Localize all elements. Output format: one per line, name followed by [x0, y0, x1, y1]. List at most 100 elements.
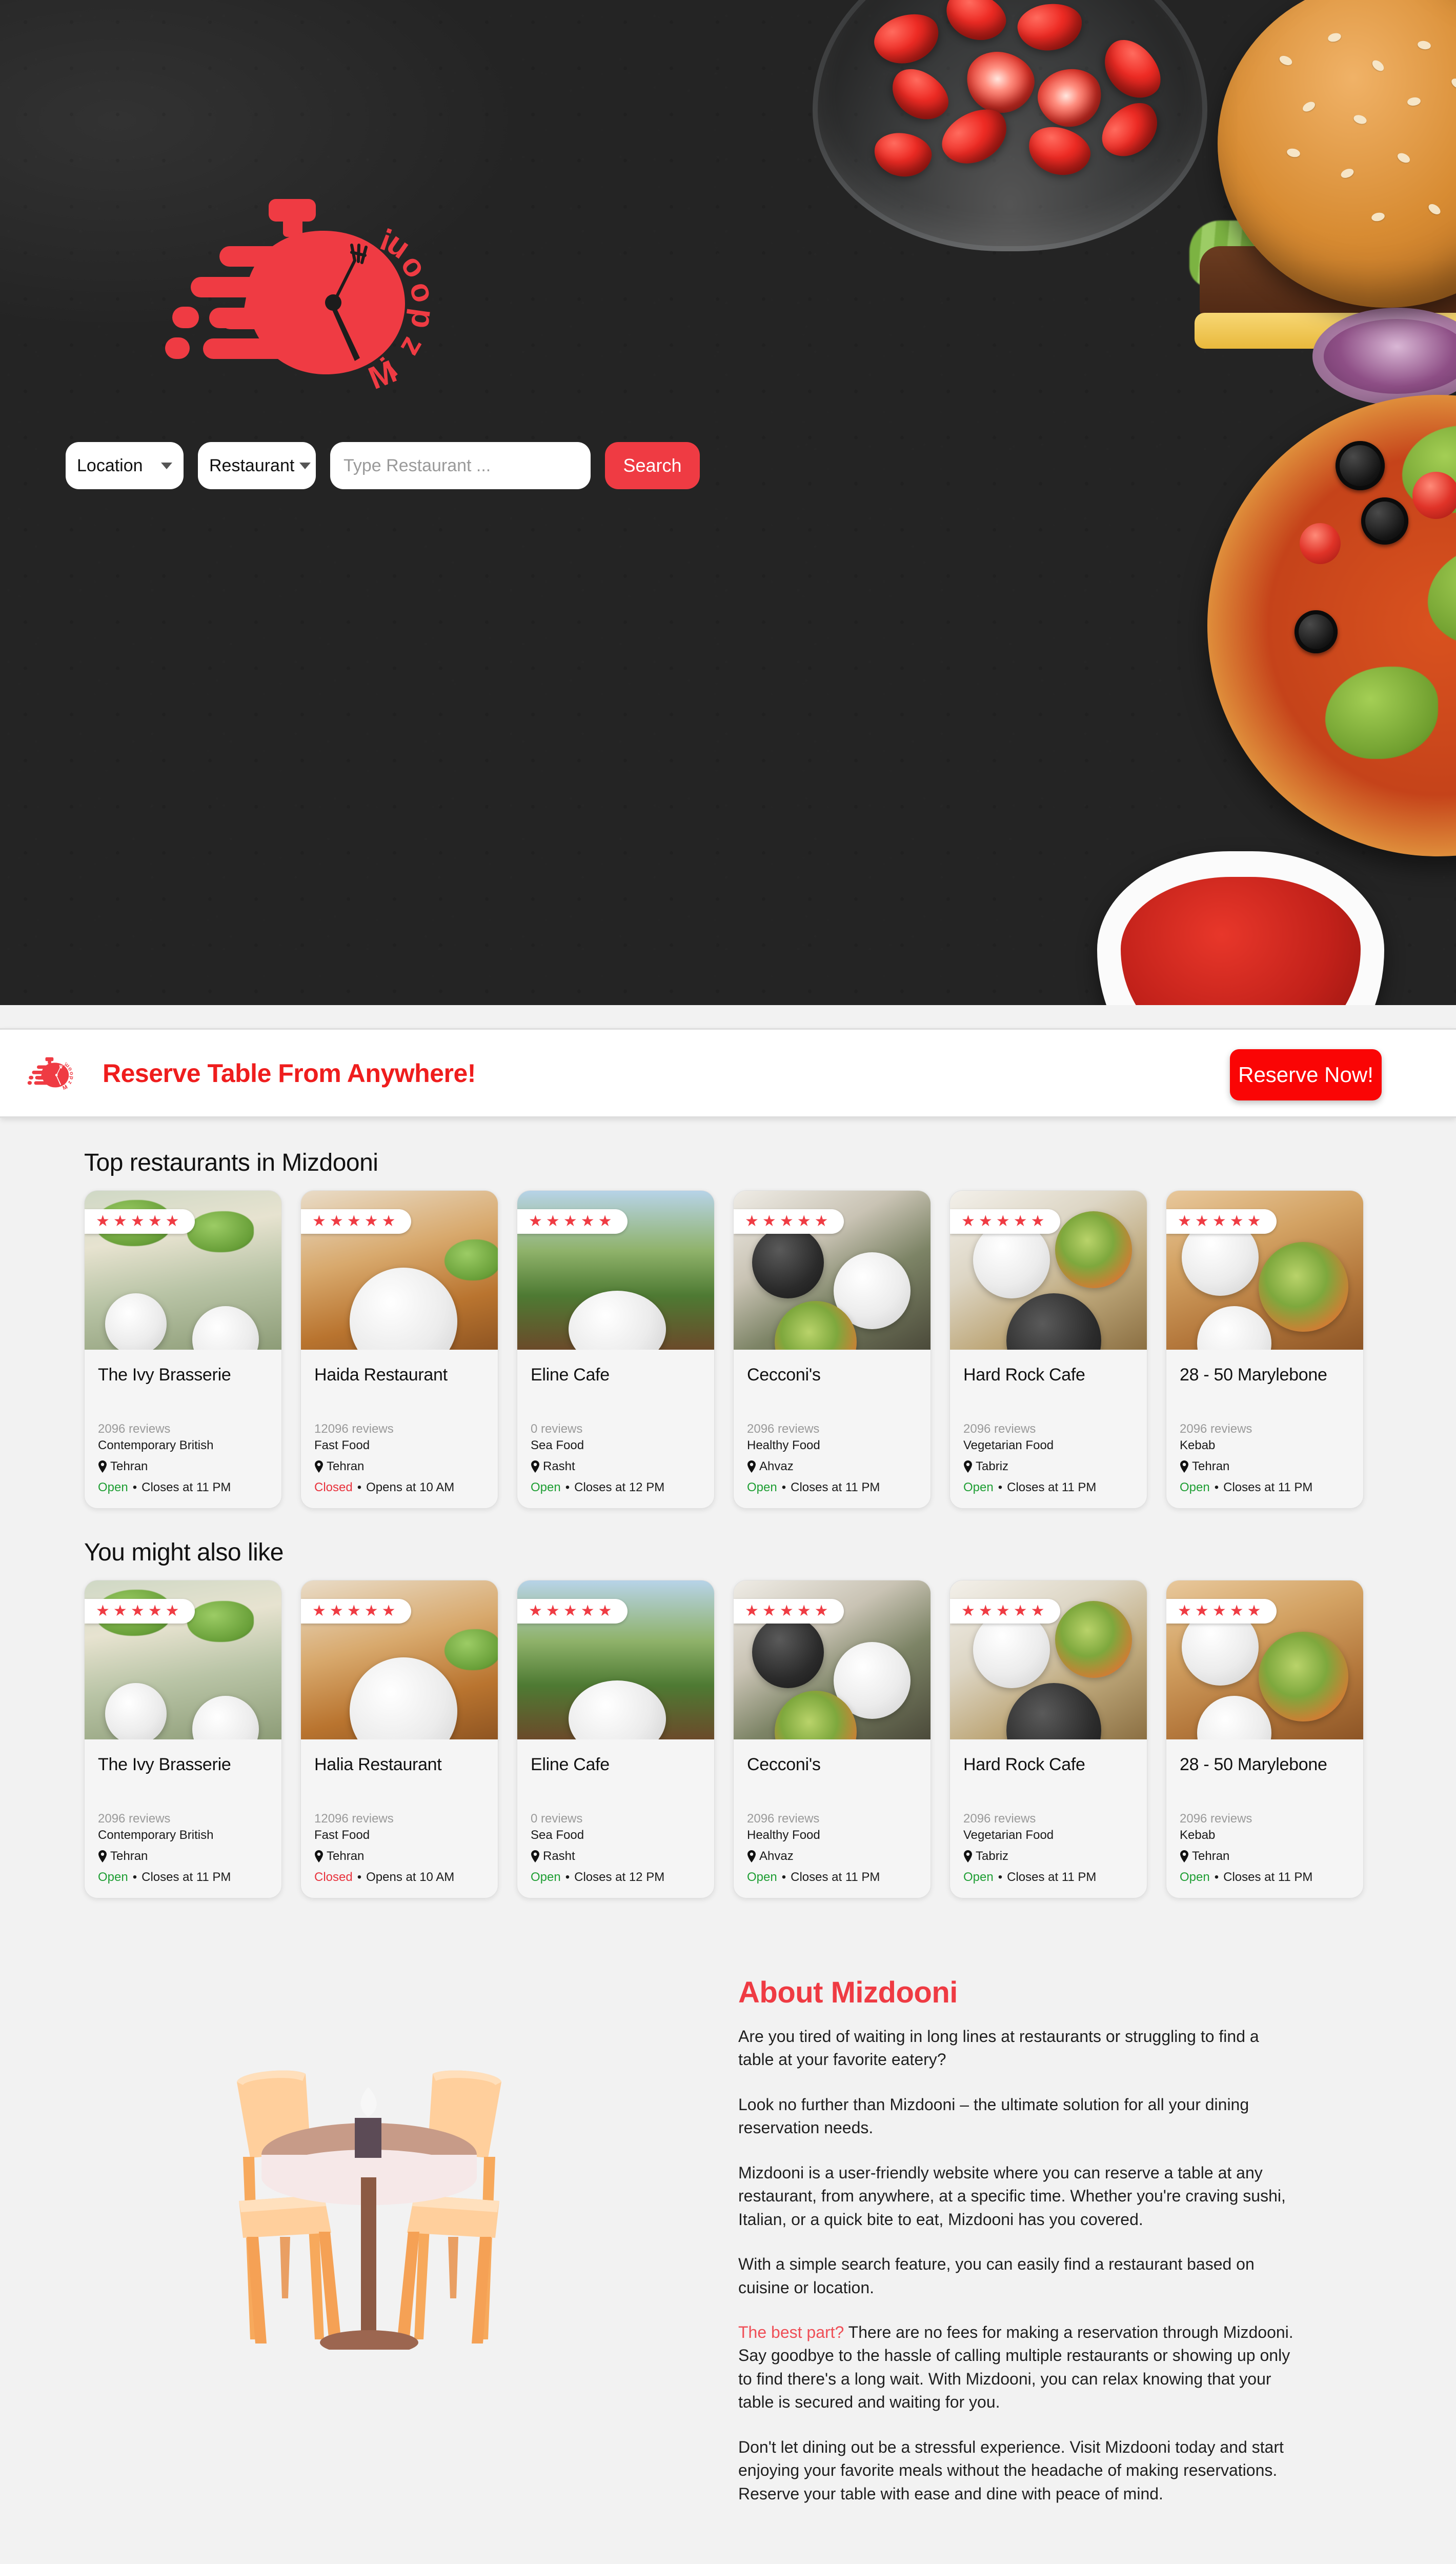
restaurant-location: Rasht [531, 1849, 701, 1864]
star-icon: ★ [1229, 1602, 1244, 1619]
card-spacer [531, 1782, 701, 1812]
restaurant-location: Ahvaz [747, 1849, 917, 1864]
star-icon: ★ [598, 1602, 612, 1619]
restaurant-card-body: Eline Cafe 0 reviews Sea Food Rasht Open… [517, 1350, 714, 1508]
star-icon: ★ [130, 1602, 145, 1619]
separator-dot: • [781, 1480, 786, 1494]
restaurant-photo: ★ ★ ★ ★ ★ [950, 1580, 1147, 1739]
star-icon: ★ [1212, 1213, 1226, 1230]
restaurant-photo: ★ ★ ★ ★ ★ [734, 1580, 931, 1739]
restaurant-type-select-label: Restaurant [209, 455, 295, 475]
restaurant-cuisine: Healthy Food [747, 1438, 820, 1452]
card-spacer [314, 1782, 484, 1812]
restaurant-city: Rasht [543, 1849, 575, 1863]
status-badge: Open [531, 1480, 561, 1494]
restaurant-name: 28 - 50 Marylebone [1180, 1365, 1327, 1385]
svg-text:z: z [67, 1079, 73, 1085]
card-spacer [98, 1392, 268, 1422]
star-icon: ★ [598, 1213, 612, 1230]
restaurant-city: Tehran [1192, 1459, 1230, 1473]
reserve-now-button[interactable]: Reserve Now! [1230, 1049, 1382, 1100]
restaurant-hours: Open • Closes at 11 PM [963, 1870, 1134, 1885]
star-icon: ★ [580, 1213, 595, 1230]
search-button[interactable]: Search [605, 442, 700, 489]
location-pin-icon [98, 1850, 107, 1862]
restaurant-name: The Ivy Brasserie [98, 1755, 231, 1774]
restaurant-hours: Open • Closes at 12 PM [531, 1870, 701, 1885]
card-spacer [747, 1782, 917, 1812]
status-badge: Open [747, 1480, 777, 1494]
rating-badge: ★ ★ ★ ★ ★ [1166, 1209, 1277, 1234]
restaurant-name: Eline Cafe [531, 1755, 610, 1774]
restaurant-cuisine: Sea Food [531, 1438, 584, 1452]
restaurant-review-count: 2096 reviews [963, 1812, 1036, 1826]
restaurant-cuisine: Healthy Food [747, 1828, 820, 1842]
rating-badge: ★ ★ ★ ★ ★ [734, 1209, 844, 1234]
restaurant-hours-text: Opens at 10 AM [366, 1480, 455, 1494]
restaurant-hours: Closed • Opens at 10 AM [314, 1870, 484, 1885]
restaurant-card[interactable]: ★ ★ ★ ★ ★ Eline Cafe 0 reviews Sea Food Rash… [517, 1190, 715, 1509]
restaurant-city: Ahvaz [759, 1849, 794, 1863]
star-icon: ★ [1030, 1602, 1045, 1619]
star-icon: ★ [545, 1213, 560, 1230]
restaurant-hours-text: Opens at 10 AM [366, 1870, 455, 1884]
status-badge: Open [98, 1480, 128, 1494]
restaurant-review-count: 2096 reviews [98, 1812, 171, 1826]
restaurant-card[interactable]: ★ ★ ★ ★ ★ Haida Restaurant 12096 reviews Fas… [300, 1190, 498, 1509]
restaurant-city: Tabriz [976, 1459, 1009, 1473]
rating-badge: ★ ★ ★ ★ ★ [301, 1209, 411, 1234]
restaurant-hours: Closed • Opens at 10 AM [314, 1480, 484, 1495]
location-select-label: Location [77, 455, 143, 475]
separator-dot: • [132, 1870, 137, 1884]
about-paragraph-5: The best part? There are no fees for mak… [738, 2321, 1297, 2414]
restaurant-location: Rasht [531, 1459, 701, 1474]
restaurant-cuisine: Vegetarian Food [963, 1438, 1054, 1452]
location-pin-icon [964, 1850, 972, 1862]
restaurant-card[interactable]: ★ ★ ★ ★ ★ Hard Rock Cafe 2096 reviews Vegeta… [949, 1580, 1147, 1898]
restaurant-cuisine: Fast Food [314, 1438, 370, 1452]
restaurant-card[interactable]: ★ ★ ★ ★ ★ The Ivy Brasserie 2096 reviews Con… [84, 1580, 282, 1898]
separator-dot: • [1214, 1480, 1219, 1494]
card-spacer [963, 1782, 1134, 1812]
restaurant-type-select[interactable]: Restaurant [198, 442, 316, 489]
star-icon: ★ [814, 1602, 828, 1619]
star-icon: ★ [797, 1213, 811, 1230]
restaurant-card[interactable]: ★ ★ ★ ★ ★ The Ivy Brasserie 2096 reviews Con… [84, 1190, 282, 1509]
restaurant-location: Tabriz [963, 1849, 1134, 1864]
restaurant-photo: ★ ★ ★ ★ ★ [301, 1191, 498, 1350]
about-paragraph-2: Look no further than Mizdooni – the ulti… [738, 2095, 1249, 2137]
location-select[interactable]: Location [66, 442, 184, 489]
restaurant-name: Halia Restaurant [314, 1755, 442, 1774]
status-badge: Closed [314, 1480, 353, 1494]
restaurant-review-count: 12096 reviews [314, 1422, 394, 1436]
restaurant-hours-text: Closes at 12 PM [574, 1870, 665, 1884]
restaurant-hours: Open • Closes at 11 PM [1180, 1480, 1350, 1495]
restaurant-name: Eline Cafe [531, 1365, 610, 1385]
strip-gap [0, 1005, 1456, 1028]
restaurant-name: The Ivy Brasserie [98, 1365, 231, 1385]
star-icon: ★ [1247, 1602, 1261, 1619]
restaurant-card[interactable]: ★ ★ ★ ★ ★ Halia Restaurant 12096 reviews Fas… [300, 1580, 498, 1898]
restaurant-name: Hard Rock Cafe [963, 1755, 1085, 1774]
restaurant-card[interactable]: ★ ★ ★ ★ ★ Eline Cafe 0 reviews Sea Food Rash… [517, 1580, 715, 1898]
star-icon: ★ [1178, 1213, 1191, 1230]
restaurant-hours-text: Closes at 11 PM [1223, 1870, 1313, 1884]
restaurant-card[interactable]: ★ ★ ★ ★ ★ Cecconi's 2096 reviews Healthy Foo… [733, 1580, 931, 1898]
rating-badge: ★ ★ ★ ★ ★ [1166, 1599, 1277, 1624]
restaurant-cuisine: Fast Food [314, 1828, 370, 1842]
star-icon: ★ [130, 1213, 145, 1230]
restaurant-search-input[interactable]: Type Restaurant ... [330, 442, 591, 489]
restaurant-card[interactable]: ★ ★ ★ ★ ★ Cecconi's 2096 reviews Healthy Foo… [733, 1190, 931, 1509]
location-pin-icon [747, 1460, 756, 1473]
separator-dot: • [132, 1480, 137, 1494]
status-badge: Open [963, 1480, 994, 1494]
restaurant-card[interactable]: ★ ★ ★ ★ ★ 28 - 50 Marylebone 2096 reviews Ke… [1166, 1580, 1364, 1898]
about-paragraph-3: Mizdooni is a user-friendly website wher… [738, 2163, 1286, 2229]
hero-search-bar[interactable]: Location Restaurant Type Restaurant ... … [66, 442, 700, 489]
restaurant-name: Haida Restaurant [314, 1365, 448, 1385]
restaurant-card[interactable]: ★ ★ ★ ★ ★ 28 - 50 Marylebone 2096 reviews Ke… [1166, 1190, 1364, 1509]
card-spacer [314, 1392, 484, 1422]
separator-dot: • [357, 1480, 362, 1494]
restaurant-card[interactable]: ★ ★ ★ ★ ★ Hard Rock Cafe 2096 reviews Vegeta… [949, 1190, 1147, 1509]
star-icon: ★ [148, 1602, 162, 1619]
